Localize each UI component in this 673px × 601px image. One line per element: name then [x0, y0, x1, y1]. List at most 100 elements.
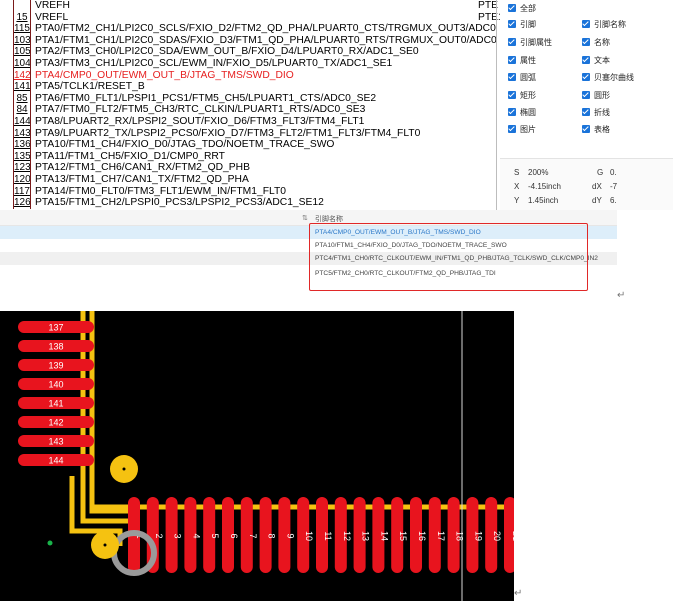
pad-label: 11 [323, 531, 333, 540]
filter-checkbox[interactable]: 引脚属性 [508, 35, 552, 49]
y-label: Y [514, 196, 520, 205]
pad-label: 12 [342, 531, 352, 541]
schematic-pin-row[interactable]: 115 PTA0/FTM2_CH1/LPI2C0_SCLS/FXIO_D2/FTM… [0, 23, 500, 36]
pin-number: 103 [13, 34, 31, 47]
schematic-pin-row[interactable]: 136 PTA10/FTM1_CH4/FXIO_D0/JTAG_TDO/NOETM… [0, 139, 500, 152]
pin-name: PTA10/FTM1_CH4/FXIO_D0/JTAG_TDO/NOETM_TR… [35, 139, 335, 151]
schematic-pin-row[interactable]: 84 PTA7/FTM0_FLT2/FTM5_CH3/RTC_CLKIN/LPUA… [0, 104, 500, 117]
pin-number: 115 [13, 23, 31, 36]
pin-name: PTA3/FTM3_CH1/LPI2C0_SCL/EWM_IN/FXIO_D5/… [35, 58, 393, 69]
pin-number: 120 [13, 174, 31, 186]
filter-checkbox[interactable]: 贝塞尔曲线 [582, 70, 634, 84]
filter-label: 属性 [520, 55, 536, 65]
pin-number: 104 [13, 58, 31, 70]
filter-checkbox[interactable]: 圆弧 [508, 70, 536, 84]
pin-number: 117 [13, 185, 31, 198]
schematic-pin-row[interactable]: 141 PTA5/TCLK1/RESET_B [0, 81, 500, 94]
filter-label: 引脚名称 [594, 19, 626, 29]
schematic-pin-row[interactable]: 103 PTA1/FTM1_CH1/LPI2C0_SDAS/FXIO_D3/FTM… [0, 34, 500, 47]
via-hole [122, 467, 126, 471]
pad-label: 4 [191, 533, 201, 538]
dx-value: -7 [610, 182, 618, 191]
pad-label: 15 [398, 531, 408, 541]
schematic-pin-row[interactable]: 142 PTA4/CMP0_OUT/EWM_OUT_B/JTAG_TMS/SWD_… [0, 69, 500, 82]
pad-label: 139 [48, 361, 63, 371]
filter-label: 贝塞尔曲线 [594, 72, 634, 82]
filter-checkbox[interactable]: 圆形 [582, 88, 610, 102]
checkbox-checked-icon [508, 73, 516, 81]
pad-label: 7 [248, 533, 258, 538]
filter-label: 圆形 [594, 90, 610, 100]
pad-label: 18 [455, 531, 465, 541]
filter-checkbox[interactable]: 椭圆 [508, 105, 536, 119]
schematic-pin-row[interactable]: 135 PTA11/FTM1_CH5/FXIO_D1/CMP0_RRT [0, 150, 500, 163]
filter-label: 圆弧 [520, 72, 536, 82]
checkbox-checked-icon [508, 20, 516, 28]
y-value: 1.45inch [528, 196, 559, 205]
schematic-divider [496, 0, 497, 210]
pin-name: VREFH [35, 0, 70, 11]
scale-value: 200% [528, 168, 549, 177]
pad-label: 143 [48, 437, 63, 447]
pcb-canvas[interactable]: 137138139140141142143144 1 2 3 4 5 6 7 8 9 10 11 12… [0, 311, 514, 601]
filter-panel: 全部引脚 引脚名称引脚属性 名称属性 文本圆弧 贝塞尔曲线矩形 圆形椭圆 折线图片 表格 [500, 0, 673, 158]
pad-label: 140 [48, 380, 63, 390]
filter-checkbox[interactable]: 折线 [582, 105, 610, 119]
checkbox-checked-icon [582, 108, 590, 116]
schematic-pin-row[interactable]: VREFH PTE [0, 0, 500, 12]
schematic-pin-row[interactable]: 117 PTA14/FTM0_FLT0/FTM3_FLT1/EWM_IN/FTM1… [0, 185, 500, 198]
pin-name: VREFL [35, 11, 69, 23]
filter-checkbox[interactable]: 矩形 [508, 88, 536, 102]
grid-value: 0. [610, 168, 617, 177]
pad-label: 20 [492, 531, 502, 541]
pad-label: 138 [48, 342, 63, 352]
schematic-pin-row[interactable]: 85 PTA6/FTM0_FLT1/LPSPI1_PCS1/FTM5_CH5/LP… [0, 92, 500, 105]
pin-number: 105 [13, 46, 31, 59]
schematic-pin-row[interactable]: 143 PTA9/LPUART2_TX/LPSPI2_PCS0/FXIO_D7/F… [0, 127, 500, 140]
sort-icon[interactable]: ⇅ [302, 214, 308, 222]
filter-checkbox[interactable]: 表格 [582, 122, 610, 136]
pin-name: PTA0/FTM2_CH1/LPI2C0_SCLS/FXIO_D2/FTM2_Q… [35, 23, 496, 35]
schematic-pin-row[interactable]: 105 PTA2/FTM3_CH0/LPI2C0_SDA/EWM_OUT_B/FX… [0, 46, 500, 59]
highlight-box [309, 223, 588, 291]
pin-name: PTA7/FTM0_FLT2/FTM5_CH3/RTC_CLKIN/LPUART… [35, 104, 366, 116]
filter-label: 矩形 [520, 90, 536, 100]
pin-number: 126 [13, 197, 31, 210]
checkbox-checked-icon [508, 108, 516, 116]
pin-number: 142 [13, 69, 31, 82]
schematic-pin-row[interactable]: 15VREFLPTE1 [0, 11, 500, 24]
pad-label: 17 [436, 531, 446, 541]
filter-label: 折线 [594, 107, 610, 117]
filter-checkbox[interactable]: 名称 [582, 35, 610, 49]
filter-checkbox[interactable]: 图片 [508, 122, 536, 136]
schematic-view[interactable]: VREFHPTE15VREFLPTE1115 PTA0/FTM2_CH1/LPI2… [0, 0, 500, 210]
pcb-layout-view[interactable]: 137 138 139 140 141 142 143 144 1 2 3 4 5 6 7 8 9 10 11 12… [0, 311, 514, 601]
pin-name: PTA12/FTM1_CH6/CAN1_RX/FTM2_QD_PHB [35, 162, 250, 174]
filter-label: 名称 [594, 37, 610, 47]
pin-number: 135 [13, 150, 31, 163]
schematic-pin-row[interactable]: 120 PTA13/FTM1_CH7/CAN1_TX/FTM2_QD_PHA [0, 174, 500, 186]
filter-label: 引脚 [520, 19, 536, 29]
pin-number [13, 0, 31, 12]
pad-label: 3 [173, 533, 183, 538]
filter-checkbox[interactable]: 全部 [508, 1, 536, 15]
schematic-pin-row[interactable]: 104 PTA3/FTM3_CH1/LPI2C0_SCL/EWM_IN/FXIO_… [0, 58, 500, 70]
checkbox-checked-icon [508, 38, 516, 46]
x-label: X [514, 182, 520, 191]
checkbox-checked-icon [582, 20, 590, 28]
pin-number: 123 [13, 162, 31, 175]
filter-checkbox[interactable]: 引脚 [508, 17, 536, 31]
pin-name: PTA8/LPUART2_RX/LPSPI2_SOUT/FXIO_D6/FTM3… [35, 116, 365, 127]
filter-label: 全部 [520, 3, 536, 13]
filter-label: 表格 [594, 124, 610, 134]
schematic-pin-row[interactable]: 123 PTA12/FTM1_CH6/CAN1_RX/FTM2_QD_PHB [0, 162, 500, 175]
filter-checkbox[interactable]: 文本 [582, 53, 610, 67]
filter-checkbox[interactable]: 引脚名称 [582, 17, 626, 31]
pin-name: PTA13/FTM1_CH7/CAN1_TX/FTM2_QD_PHA [35, 174, 249, 185]
schematic-pin-row[interactable]: 144 PTA8/LPUART2_RX/LPSPI2_SOUT/FXIO_D6/F… [0, 116, 500, 128]
pin-number: 144 [13, 116, 31, 128]
paragraph-mark-icon: ↵ [617, 290, 626, 301]
schematic-pin-row[interactable]: 126 PTA15/FTM1_CH2/LPSPI0_PCS3/LPSPI2_PCS… [0, 197, 500, 210]
pin-name: PTA1/FTM1_CH1/LPI2C0_SDAS/FXIO_D3/FTM1_Q… [35, 34, 497, 46]
filter-checkbox[interactable]: 属性 [508, 53, 536, 67]
